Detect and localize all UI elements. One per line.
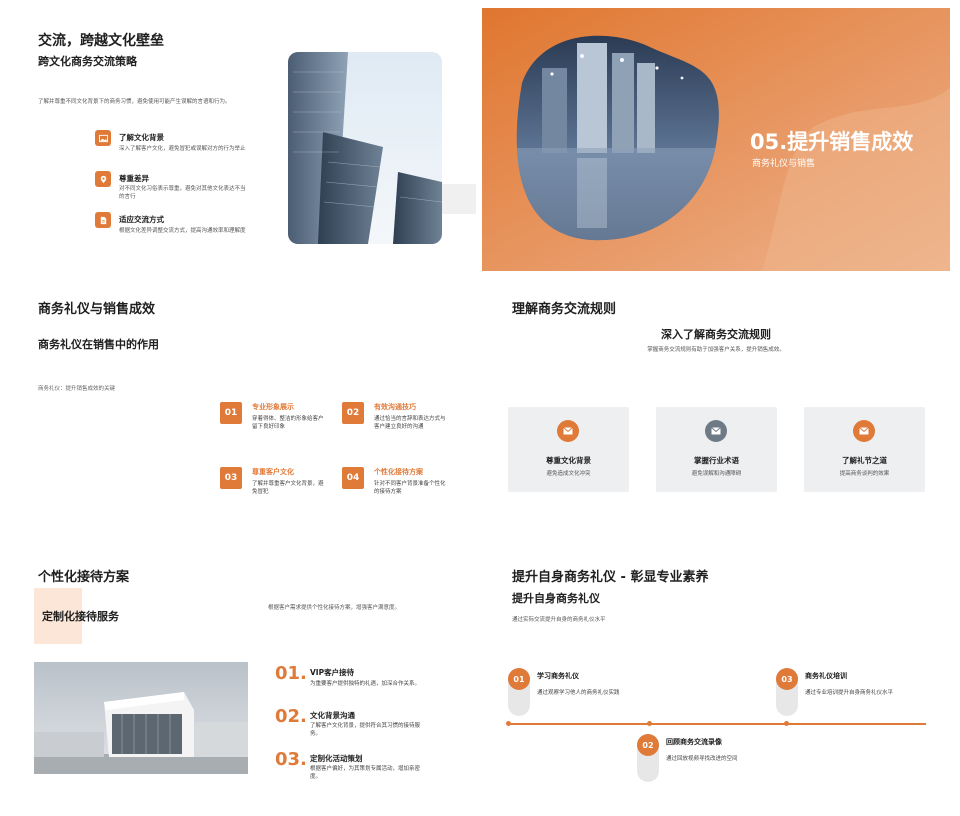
item-number: 02. [275, 706, 307, 727]
card-title: 掌握行业术语 [694, 456, 739, 465]
slide3-subtitle: 商务礼仪在销售中的作用 [38, 338, 159, 351]
slide-cross-cultural: 交流，跨越文化壁垒 跨文化商务交流策略 了解并尊重不同文化背景下的商务习惯，避免… [10, 8, 478, 271]
slide5-desc: 根据客户需求提供个性化接待方案，增强客户满意度。 [268, 605, 401, 611]
step-desc: 通过回放视频寻找改进的空间 [666, 756, 738, 762]
item-desc: 针对不同客户背景准备个性化的接待方案 [374, 481, 446, 495]
item-title: 尊重客户文化 [252, 468, 294, 476]
building-photo [34, 662, 248, 774]
item-desc: 通过恰当的言辞和表达方式与客户建立良好的沟通 [374, 416, 446, 430]
item-title: 定制化活动策划 [310, 754, 363, 763]
slide3-caption: 商务礼仪：提升销售成效的关键 [38, 386, 116, 392]
slide-communication-rules: 理解商务交流规则 深入了解商务交流规则 掌握商务交流规则有助于加强客户关系，提升… [482, 282, 950, 545]
rule-card: 尊重文化背景 避免造成文化冲突 [508, 407, 629, 492]
location-pin-icon [95, 171, 111, 187]
slide6-subtitle: 提升自身商务礼仪 [512, 592, 600, 605]
step-desc: 通过观察学习他人的商务礼仪实践 [537, 690, 620, 696]
item-title: 文化背景沟通 [310, 711, 355, 720]
slide1-item-title: 适应交流方式 [119, 215, 164, 224]
item-desc: 了解客户文化背景，提供符合其习惯的接待服务。 [310, 723, 421, 737]
slide6-desc: 通过实际交流提升自身的商务礼仪水平 [512, 617, 606, 623]
slide6-title: 提升自身商务礼仪 - 彰显专业素养 [512, 570, 709, 585]
slide-personalized-reception: 个性化接待方案 定制化接待服务 根据客户需求提供个性化接待方案，增强客户满意度。… [10, 550, 478, 813]
item-desc: 为重要客户提供独特的礼遇，加深合作关系。 [310, 681, 421, 687]
item-desc: 穿着得体、整洁的形象给客户留下良好印象 [252, 416, 324, 430]
envelope-icon [557, 420, 579, 442]
skyscraper-photo [288, 52, 442, 244]
item-title: 有效沟通技巧 [374, 403, 416, 411]
item-number: 04 [342, 467, 364, 489]
card-desc: 提高商务谈判的效果 [839, 471, 890, 477]
cover-subtitle: 商务礼仪与销售 [752, 159, 816, 169]
slide1-item-title: 尊重差异 [119, 174, 149, 183]
step-number: 02 [637, 734, 659, 756]
item-number: 02 [342, 402, 364, 424]
step-title: 学习商务礼仪 [537, 672, 579, 680]
card-desc: 避免造成文化冲突 [546, 471, 591, 477]
slide-section-cover: 05.提升销售成效 商务礼仪与销售 [482, 8, 950, 271]
item-title: VIP客户接待 [310, 668, 355, 677]
item-number: 03. [275, 749, 307, 770]
item-number: 03 [220, 467, 242, 489]
slide4-title: 理解商务交流规则 [512, 302, 617, 317]
step-title: 回顾商务交流录像 [666, 738, 722, 746]
rule-card: 掌握行业术语 避免误解和沟通障碍 [656, 407, 777, 492]
timeline-dot [506, 721, 511, 726]
item-desc: 根据客户偏好，为其策划专属活动，增加亲密度。 [310, 766, 421, 780]
item-title: 专业形象展示 [252, 403, 294, 411]
rule-card: 了解礼节之道 提高商务谈判的效果 [804, 407, 925, 492]
envelope-icon [853, 420, 875, 442]
slide5-title: 个性化接待方案 [38, 570, 130, 585]
slide1-item-desc: 对不同文化习俗表示尊重，避免对其他文化表达不当的言行 [119, 186, 246, 200]
timeline-dot [647, 721, 652, 726]
step-title: 商务礼仪培训 [805, 672, 847, 680]
slide1-item-title: 了解文化背景 [119, 133, 164, 142]
timeline-dot [784, 721, 789, 726]
cover-title: 05.提升销售成效 [750, 130, 914, 154]
slide1-subtitle: 跨文化商务交流策略 [38, 55, 137, 68]
slide1-title: 交流，跨越文化壁垒 [38, 33, 164, 49]
document-icon [95, 212, 111, 228]
item-number: 01 [220, 402, 242, 424]
timeline-line [508, 723, 926, 725]
slide1-item-desc: 深入了解客户文化，避免冒犯或误解对方的行为举止 [119, 146, 246, 152]
step-number: 03 [776, 668, 798, 690]
card-desc: 避免误解和沟通障碍 [691, 471, 742, 477]
slide1-item-desc: 根据文化差异调整交流方式，提高沟通效率和理解度 [119, 228, 246, 234]
item-title: 个性化接待方案 [374, 468, 423, 476]
divider-block [442, 184, 476, 214]
slide-self-improvement: 提升自身商务礼仪 - 彰显专业素养 提升自身商务礼仪 通过实际交流提升自身的商务… [482, 550, 950, 813]
card-title: 了解礼节之道 [842, 456, 887, 465]
slide4-desc: 掌握商务交流规则有助于加强客户关系，提升销售成效。 [647, 347, 785, 353]
item-desc: 了解并尊重客户文化背景，避免冒犯 [252, 481, 324, 495]
slide-etiquette-sales: 商务礼仪与销售成效 商务礼仪在销售中的作用 商务礼仪：提升销售成效的关键 01 … [10, 282, 478, 545]
slide3-title: 商务礼仪与销售成效 [38, 302, 156, 317]
image-icon [95, 130, 111, 146]
slide5-badge: 定制化接待服务 [42, 610, 119, 623]
slide4-heading: 深入了解商务交流规则 [661, 328, 771, 341]
card-title: 尊重文化背景 [546, 456, 591, 465]
item-number: 01. [275, 663, 307, 684]
step-desc: 通过专业培训提升自身商务礼仪水平 [805, 690, 894, 696]
slide1-intro: 了解并尊重不同文化背景下的商务习惯，避免使用可能产生误解的言语和行为。 [38, 99, 231, 105]
envelope-icon [705, 420, 727, 442]
step-number: 01 [508, 668, 530, 690]
